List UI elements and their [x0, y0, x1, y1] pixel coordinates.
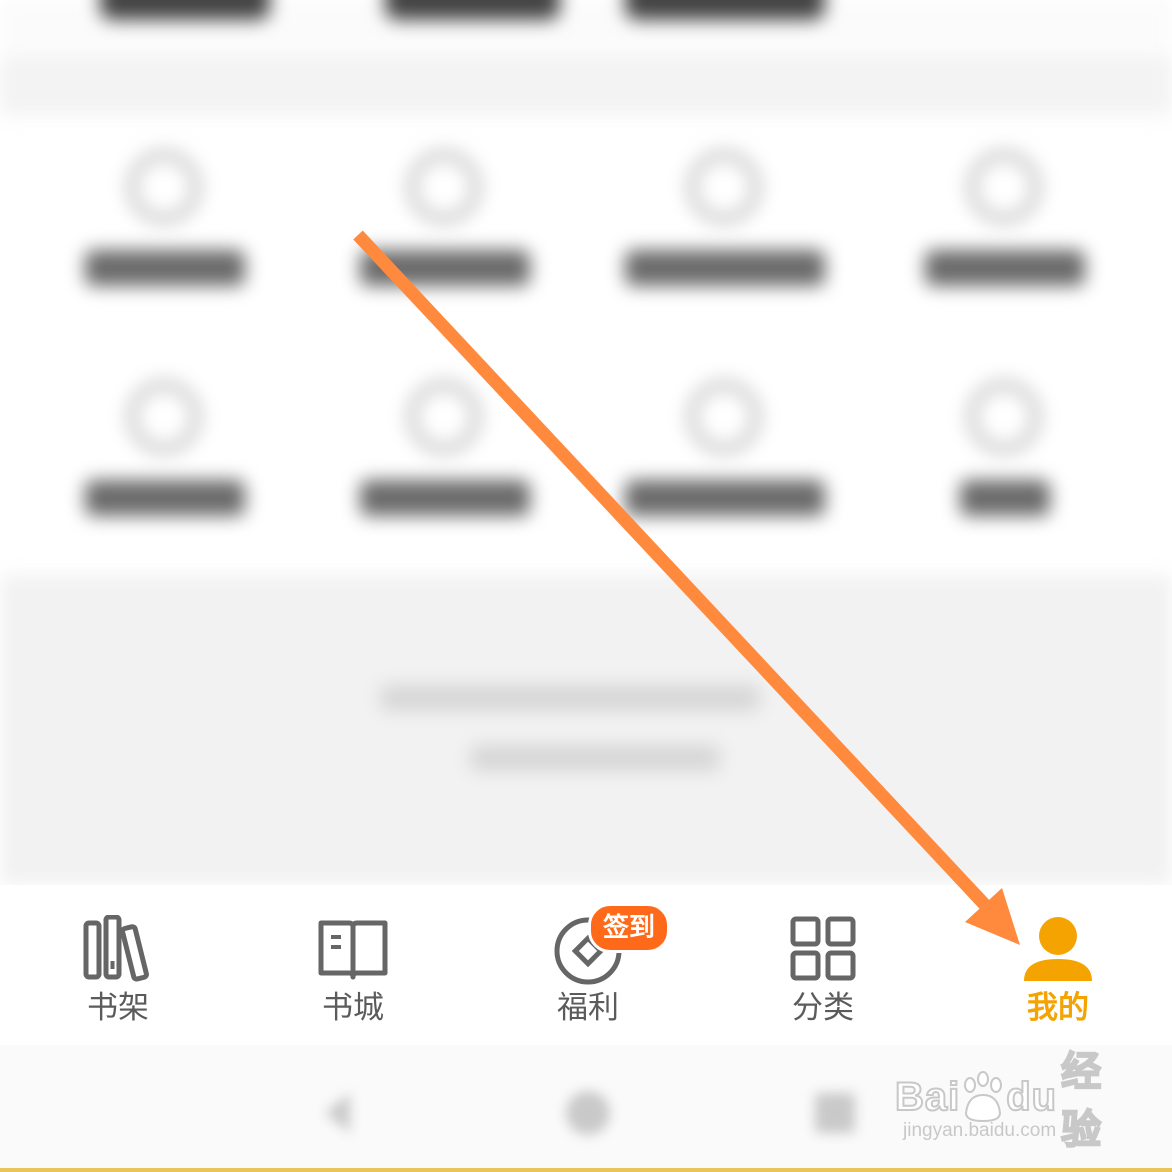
blurred-grid-item: [65, 360, 265, 550]
blurred-grid-label: [925, 250, 1085, 286]
tab-mine[interactable]: 我的: [958, 885, 1158, 1045]
grid-icon: [783, 915, 863, 985]
blurred-grid-item: [65, 130, 265, 320]
bottom-tab-bar: 书架 书城 福利 分类 我的: [0, 885, 1172, 1045]
tab-bookshelf[interactable]: 书架: [18, 885, 218, 1045]
blurred-feature-grid: [0, 120, 1172, 570]
sign-in-badge[interactable]: 签到: [588, 903, 671, 953]
blurred-grid-label: [360, 480, 530, 516]
blurred-grid-icon: [687, 150, 761, 224]
back-icon[interactable]: [310, 1083, 370, 1143]
watermark-text-bai: Bai: [894, 1074, 961, 1120]
blurred-grid-label: [360, 250, 530, 286]
blurred-bottom-section: [0, 575, 1172, 885]
person-icon: [1018, 915, 1098, 985]
blurred-grid-item: [625, 360, 825, 550]
blurred-grid-label: [625, 480, 825, 516]
blurred-grid-item: [345, 130, 545, 320]
blurred-grid-icon: [687, 380, 761, 454]
tab-bookshelf-label: 书架: [87, 990, 149, 1026]
tab-welfare-label: 福利: [557, 990, 619, 1026]
blurred-grid-item: [345, 360, 545, 550]
blurred-grid-icon: [967, 150, 1041, 224]
blurred-grid-label: [625, 250, 825, 286]
blurred-header-text: [625, 0, 825, 20]
bottom-edge-line: [0, 1168, 1172, 1172]
watermark-text-du: du: [1005, 1074, 1058, 1120]
open-book-icon: [313, 915, 393, 985]
tab-category[interactable]: 分类: [723, 885, 923, 1045]
tab-bookstore-label: 书城: [322, 990, 384, 1026]
tab-category-label: 分类: [792, 990, 854, 1026]
watermark-url: jingyan.baidu.com: [903, 1120, 1057, 1141]
blurred-grid-item: [625, 130, 825, 320]
tab-mine-label: 我的: [1027, 990, 1089, 1026]
blurred-grid-icon: [127, 150, 201, 224]
recents-icon[interactable]: [805, 1083, 865, 1143]
blurred-grid-label: [85, 250, 245, 286]
tab-bookstore[interactable]: 书城: [253, 885, 453, 1045]
blurred-text-line: [470, 745, 720, 771]
blurred-grid-icon: [407, 380, 481, 454]
baidu-jingyan-watermark: Bai du 经验 jingyan.baidu.com: [894, 1040, 1125, 1160]
blurred-grid-item: [905, 130, 1105, 320]
blurred-header-strip: [0, 0, 1172, 50]
home-icon[interactable]: [558, 1083, 618, 1143]
blurred-page-content: [0, 0, 1172, 885]
bookshelf-icon: [78, 915, 158, 985]
blurred-grid-icon: [967, 380, 1041, 454]
blurred-grid-icon: [407, 150, 481, 224]
blurred-text-line: [380, 685, 760, 711]
blurred-header-text: [100, 0, 270, 20]
blurred-grid-icon: [127, 380, 201, 454]
blurred-header-text: [385, 0, 560, 20]
watermark-text-jingyan: 经验: [1060, 1049, 1103, 1153]
blurred-grid-label: [960, 480, 1050, 516]
blurred-layer: [0, 0, 1172, 885]
blurred-separator: [0, 55, 1172, 115]
blurred-grid-label: [85, 480, 245, 516]
paw-icon: [960, 1071, 1006, 1123]
blurred-grid-item: [905, 360, 1105, 550]
